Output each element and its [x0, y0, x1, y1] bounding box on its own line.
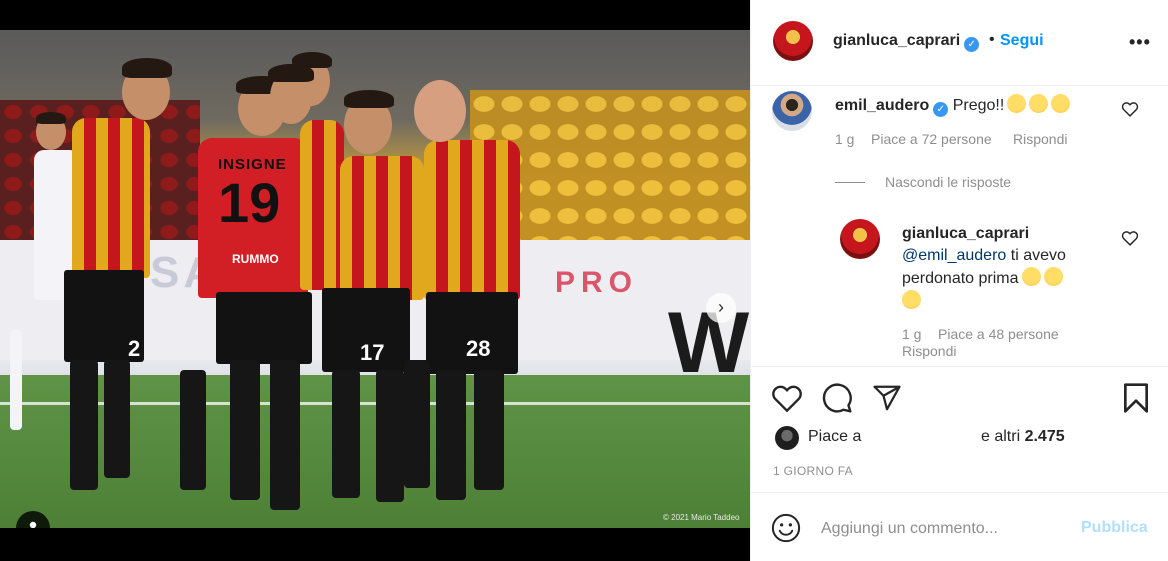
- reply-text-end: perdonato prima: [902, 270, 1019, 287]
- reply-text-line-1: @emil_audero ti avevo: [902, 245, 1122, 267]
- kissing-wink-emoji-icon: [902, 290, 921, 309]
- player-2-shorts-number: 2: [128, 336, 141, 361]
- photo-copyright: © 2021 Mario Taddeo: [663, 513, 740, 522]
- chevron-right-icon: ›: [718, 297, 724, 317]
- liker-avatar[interactable]: [775, 426, 799, 450]
- add-comment-bar: Pubblica: [751, 492, 1168, 561]
- reply-time: 1 g: [902, 326, 922, 342]
- post-header: gianluca_caprari ✓ • Segui •••: [751, 0, 1168, 86]
- header-separator: •: [989, 31, 995, 48]
- share-paper-plane-icon[interactable]: [871, 383, 903, 413]
- verified-badge-icon: ✓: [964, 37, 980, 52]
- commenter-avatar[interactable]: [772, 91, 812, 131]
- reply-avatar[interactable]: [840, 219, 880, 259]
- reply-text-continuation: ti avevo: [1006, 247, 1066, 264]
- player-28-head: [414, 80, 466, 142]
- rofl-emoji-icon: [1043, 267, 1063, 286]
- likes-prefix: Piace a: [808, 428, 862, 445]
- reply-username[interactable]: gianluca_caprari: [902, 223, 1122, 245]
- publish-button[interactable]: Pubblica: [1081, 519, 1148, 537]
- author-username-text[interactable]: gianluca_caprari: [833, 32, 960, 49]
- reply-body: gianluca_caprari @emil_audero ti avevo p…: [902, 223, 1122, 313]
- player-28-shorts-number: 28: [466, 336, 491, 361]
- kissing-wink-emoji-icon: [1051, 94, 1071, 113]
- player-28-leg-left: [436, 370, 466, 500]
- smile-emoji-icon: [1021, 267, 1041, 286]
- face-with-open-mouth-emoji-icon: [1029, 94, 1049, 113]
- opponent-leg: [10, 330, 22, 430]
- comment-body: emil_audero ✓ Prego!!: [835, 94, 1071, 117]
- player-19-shorts: [216, 292, 312, 364]
- hide-replies-label[interactable]: Nascondi le risposte: [885, 174, 1011, 190]
- emoji-smiley-icon[interactable]: [771, 513, 801, 543]
- likes-count[interactable]: 2.475: [1025, 428, 1065, 445]
- person-icon: [29, 521, 37, 528]
- player-2-leg-left: [70, 360, 98, 490]
- comment-like-heart-icon[interactable]: [1121, 101, 1139, 117]
- next-image-button[interactable]: ›: [706, 293, 736, 323]
- comment-bubble-icon[interactable]: [821, 382, 853, 414]
- comment-reply-button[interactable]: Rispondi: [1013, 131, 1067, 147]
- comment-input[interactable]: [821, 519, 1071, 539]
- comment-likes[interactable]: Piace a 72 persone: [871, 131, 992, 147]
- author-avatar[interactable]: [773, 21, 813, 61]
- post-photo[interactable]: SA PRO W 2 INSIGNE 19 RUMMO 17 28 ›: [0, 30, 750, 528]
- player-2-hair: [122, 58, 172, 78]
- reply-likes[interactable]: Piace a 48 persone: [938, 326, 1059, 342]
- player-17-shirt: [340, 156, 424, 300]
- like-heart-icon[interactable]: [771, 383, 803, 413]
- save-bookmark-icon[interactable]: [1121, 382, 1151, 414]
- reply-mention-link[interactable]: @emil_audero: [902, 247, 1006, 264]
- post-details-panel: gianluca_caprari ✓ • Segui ••• emil_auder…: [750, 0, 1168, 561]
- player-back-hair: [268, 64, 314, 82]
- reply-text-line-3: [902, 290, 1122, 313]
- comment-text: Prego!!: [952, 97, 1005, 114]
- player-19-leg-left: [230, 360, 260, 500]
- board-red-text: PRO: [555, 266, 639, 299]
- player-19-sponsor: RUMMO: [232, 252, 279, 266]
- player-middle-shirt: [300, 120, 344, 290]
- reply-text-line-2: perdonato prima: [902, 267, 1122, 290]
- reply-reply-button[interactable]: Rispondi: [902, 343, 956, 359]
- comment-username[interactable]: emil_audero: [835, 97, 929, 114]
- follow-button[interactable]: Segui: [1000, 32, 1044, 50]
- reply-like-heart-icon[interactable]: [1121, 230, 1139, 246]
- likes-summary[interactable]: Piace a e altri 2.475: [775, 426, 1155, 450]
- opponent-hair: [36, 112, 66, 124]
- comment-time: 1 g: [835, 131, 855, 147]
- player-17-leg-left: [332, 370, 360, 498]
- player-28-leg-right: [474, 370, 504, 490]
- verified-badge-icon: ✓: [933, 102, 949, 117]
- player-28-shirt: [424, 140, 520, 300]
- post-media[interactable]: SA PRO W 2 INSIGNE 19 RUMMO 17 28 › © 20…: [0, 0, 750, 561]
- player-17-shorts-number: 17: [360, 340, 385, 365]
- hide-replies-button[interactable]: Nascondi le risposte: [835, 174, 1011, 190]
- player-17-leg-right: [376, 370, 404, 502]
- player-19-number: 19: [218, 171, 281, 234]
- player-2-leg-right: [104, 360, 130, 478]
- post-date: 1 GIORNO FA: [773, 464, 853, 478]
- player-19-leg-right: [270, 360, 300, 510]
- likes-suffix[interactable]: e altri 2.475: [981, 428, 1065, 446]
- likes-others-label: e altri: [981, 428, 1021, 445]
- author-username[interactable]: gianluca_caprari ✓: [833, 32, 980, 52]
- more-options-icon[interactable]: •••: [1129, 32, 1151, 53]
- hide-replies-line: [835, 181, 865, 183]
- grinning-sweat-emoji-icon: [1007, 94, 1027, 113]
- player-back-leg: [404, 360, 430, 488]
- player-partial-leg: [180, 370, 206, 490]
- player-17-hair: [344, 90, 394, 108]
- player-2-shirt: [72, 118, 150, 278]
